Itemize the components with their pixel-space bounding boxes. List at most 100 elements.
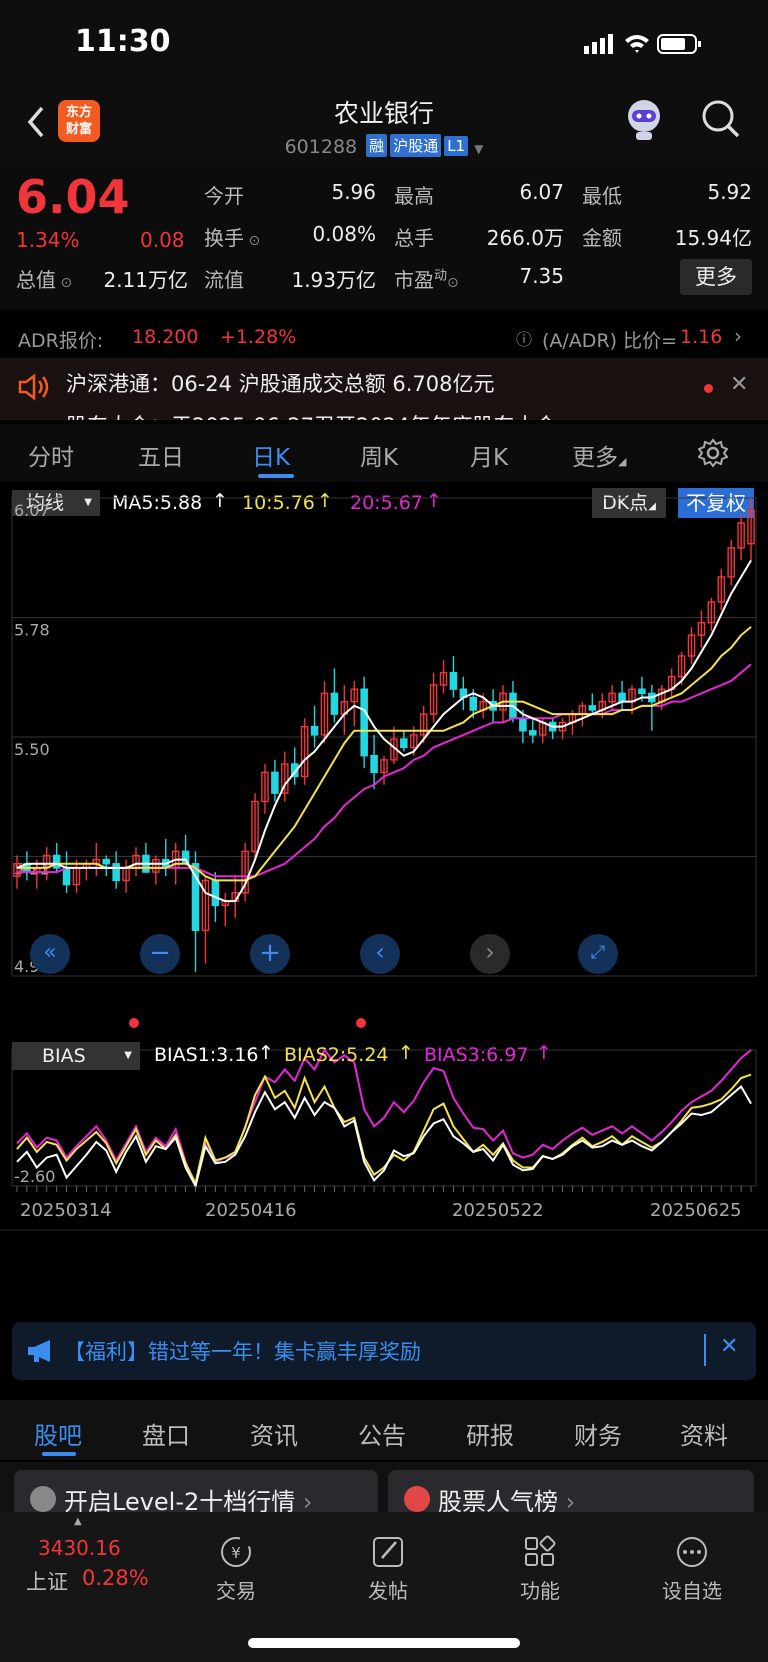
speaker-icon xyxy=(18,373,49,401)
tab-intraday[interactable]: 分时 xyxy=(28,438,74,472)
level2-icon xyxy=(30,1486,56,1512)
bias3-label: BIAS3:6.97 xyxy=(424,1044,529,1066)
chevron-right-icon: › xyxy=(734,324,742,348)
tab-more[interactable]: 更多◢ xyxy=(572,438,626,472)
quote-panel: 6.04 1.34% 0.08 今开 5.96 最高 6.07 最低 5.92 … xyxy=(0,164,768,310)
indicator-selector[interactable]: BIAS ▼ xyxy=(12,1042,140,1070)
tag-connect: 沪股通 xyxy=(390,134,442,157)
ma10-line xyxy=(16,626,752,882)
volume-value: 266.0万 xyxy=(486,226,564,250)
help-icon: ⓘ xyxy=(516,330,533,349)
index-name: 上证 xyxy=(26,1570,68,1594)
candle-body xyxy=(529,730,537,736)
tag-margin: 融 xyxy=(366,134,388,157)
high-value: 6.07 xyxy=(519,180,564,204)
more-button[interactable]: 更多 xyxy=(680,259,752,295)
scroll-right-button[interactable]: › xyxy=(470,934,510,974)
promo-banner[interactable]: 【福利】错过等一年！集卡赢丰厚奖励 ✕ xyxy=(12,1322,756,1380)
kline-chart[interactable]: 均线 ▼ MA5:5.88 ↑ 10:5.76 ↑ 20:5.67 ↑ DK点◢ … xyxy=(0,486,768,1306)
x-tick-label: 20250625 xyxy=(650,1200,742,1221)
edit-icon xyxy=(373,1537,403,1567)
tab-weekly-k[interactable]: 周K xyxy=(360,438,398,472)
scroll-left-button[interactable]: ‹ xyxy=(360,934,400,974)
candle-body xyxy=(400,738,408,749)
pe-value: 7.35 xyxy=(519,264,564,288)
search-icon[interactable] xyxy=(700,98,742,140)
level2-card[interactable]: 开启Level-2十档行情 › xyxy=(14,1470,378,1512)
caret-up-icon: ▲ xyxy=(74,1516,82,1527)
change-amt: 0.08 xyxy=(140,228,185,252)
candle-body xyxy=(62,867,71,886)
open-label: 今开 xyxy=(204,184,244,208)
notice-text-next: 股东大会：于2025-06-27召开2024年年度股东大会 xyxy=(66,410,556,420)
marker-dot xyxy=(129,1018,139,1028)
bottom-nav: ▲ 3430.16 上证 0.28% ¥ 交易 发帖 功能 设自选 xyxy=(0,1512,768,1662)
popularity-card[interactable]: 股票人气榜 › xyxy=(388,1470,754,1512)
bias3-line xyxy=(16,1048,752,1190)
content-tab-indicator xyxy=(42,1452,76,1456)
close-icon[interactable]: ✕ xyxy=(730,372,748,397)
candle-body xyxy=(370,755,378,774)
turnover-value: 0.08% xyxy=(312,222,376,246)
tab-forum[interactable]: 股吧 xyxy=(34,1416,82,1451)
zoom-out-button[interactable]: − xyxy=(140,934,180,974)
adr-ratio-label: (A/ADR) 比价= xyxy=(542,330,678,352)
turnover-label: 换手 ⊙ xyxy=(204,226,261,250)
candle-body xyxy=(638,688,646,695)
adr-label: ADR报价: xyxy=(18,330,104,352)
robot-icon[interactable] xyxy=(622,94,666,142)
mktcap-label: 总值 ⊙ xyxy=(16,268,73,292)
tab-monthly-k[interactable]: 月K xyxy=(470,438,508,472)
candle-body xyxy=(310,725,319,736)
amount-label: 金额 xyxy=(582,226,622,250)
bias1-line xyxy=(16,1084,752,1189)
tab-5day[interactable]: 五日 xyxy=(138,438,184,472)
dropdown-icon: ▼ xyxy=(474,142,484,156)
status-bar: 11:30 xyxy=(0,0,768,88)
tab-orderbook[interactable]: 盘口 xyxy=(142,1416,190,1451)
open-value: 5.96 xyxy=(331,180,376,204)
candle-body xyxy=(588,705,597,711)
banner-divider xyxy=(704,1334,706,1366)
tab-daily-k[interactable]: 日K xyxy=(252,438,290,472)
bias1-arrow: ↑ xyxy=(258,1042,274,1064)
more-dots-icon xyxy=(677,1537,707,1567)
x-tick-label: 20250314 xyxy=(20,1200,112,1221)
volume-label: 总手 xyxy=(394,226,434,250)
index-value[interactable]: 3430.16 xyxy=(38,1536,121,1560)
bias1-label: BIAS1:3.16 xyxy=(154,1044,259,1066)
float-label: 流值 xyxy=(204,268,244,292)
change-pct: 1.34% xyxy=(16,228,80,252)
home-indicator xyxy=(248,1638,520,1648)
tab-research[interactable]: 研报 xyxy=(466,1416,514,1451)
adr-change: +1.28% xyxy=(220,326,297,348)
banner-close-icon[interactable]: ✕ xyxy=(720,1334,738,1359)
feature-cards: 开启Level-2十档行情 › 股票人气榜 › xyxy=(0,1462,768,1512)
bias2-label: BIAS2:5.24 xyxy=(284,1044,389,1066)
bias2-arrow: ↑ xyxy=(398,1042,414,1064)
candle-body xyxy=(618,692,626,703)
notice-bar[interactable]: 沪深港通：06-24 沪股通成交总额 6.708亿元 股东大会：于2025-06… xyxy=(0,358,768,420)
tab-news[interactable]: 资讯 xyxy=(250,1416,298,1451)
nav-functions[interactable]: 功能 xyxy=(490,1534,590,1604)
settings-icon[interactable] xyxy=(698,438,728,468)
trade-icon: ¥ xyxy=(221,1537,251,1567)
candle-body xyxy=(211,879,220,907)
adr-row[interactable]: ADR报价: 18.200 +1.28% ⓘ (A/ADR) 比价= 1.16 … xyxy=(0,318,768,356)
tab-financials[interactable]: 财务 xyxy=(574,1416,622,1451)
zoom-in-button[interactable]: + xyxy=(250,934,290,974)
candle-body xyxy=(52,854,61,869)
nav-add-watchlist[interactable]: 设自选 xyxy=(642,1534,742,1604)
scroll-left-fast-button[interactable]: « xyxy=(30,934,70,974)
fullscreen-button[interactable]: ⤢ xyxy=(578,934,618,974)
nav-post[interactable]: 发帖 xyxy=(338,1534,438,1604)
tab-announcements[interactable]: 公告 xyxy=(358,1416,406,1451)
low-value: 5.92 xyxy=(707,180,752,204)
last-price: 6.04 xyxy=(16,170,130,224)
candle-body xyxy=(519,717,527,732)
candle-body xyxy=(360,688,368,757)
nav-trade[interactable]: ¥ 交易 xyxy=(186,1534,286,1604)
tab-profile[interactable]: 资料 xyxy=(680,1416,728,1451)
low-label: 最低 xyxy=(582,184,622,208)
content-tabs: 股吧 盘口 资讯 公告 研报 财务 资料 xyxy=(0,1400,768,1460)
